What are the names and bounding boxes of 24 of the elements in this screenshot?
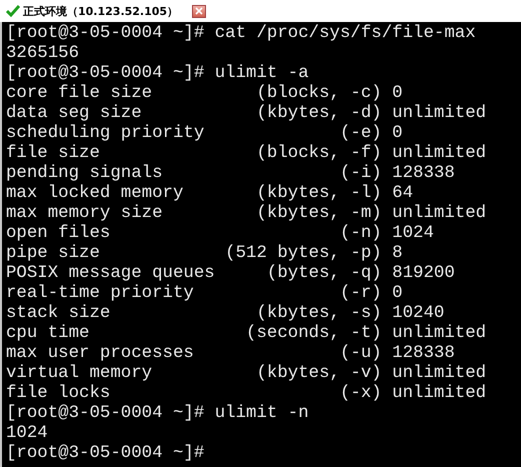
- terminal-line: cpu time (seconds, -t) unlimited: [6, 324, 486, 344]
- terminal-line: pending signals (-i) 128338: [6, 164, 455, 184]
- terminal-line: open files (-n) 1024: [6, 224, 434, 244]
- terminal-line: 3265156: [6, 44, 80, 64]
- terminal-line: core file size (blocks, -c) 0: [6, 84, 403, 104]
- terminal-line: [root@3-05-0004 ~]# cat /proc/sys/fs/file-max: [6, 24, 476, 44]
- terminal-line: POSIX message queues (bytes, -q) 819200: [6, 264, 455, 284]
- terminal-line: data seg size (kbytes, -d) unlimited: [6, 104, 486, 124]
- terminal-line: scheduling priority (-e) 0: [6, 124, 403, 144]
- close-button[interactable]: [192, 4, 206, 18]
- terminal-line: max user processes (-u) 128338: [6, 344, 455, 364]
- close-icon: [195, 7, 204, 15]
- terminal-line: real-time priority (-r) 0: [6, 284, 403, 304]
- terminal-line: stack size (kbytes, -s) 10240: [6, 304, 444, 324]
- terminal-line: virtual memory (kbytes, -v) unlimited: [6, 364, 486, 384]
- terminal-line: [root@3-05-0004 ~]#: [6, 444, 204, 464]
- terminal-line: file size (blocks, -f) unlimited: [6, 144, 486, 164]
- terminal-line: pipe size (512 bytes, -p) 8: [6, 244, 403, 264]
- terminal-line: [root@3-05-0004 ~]# ulimit -a: [6, 64, 309, 84]
- terminal-line: [root@3-05-0004 ~]# ulimit -n: [6, 404, 309, 424]
- terminal-line: file locks (-x) unlimited: [6, 384, 486, 404]
- terminal-line: max memory size (kbytes, -m) unlimited: [6, 204, 486, 224]
- terminal-line: max locked memory (kbytes, -l) 64: [6, 184, 414, 204]
- terminal-line: 1024: [6, 424, 48, 444]
